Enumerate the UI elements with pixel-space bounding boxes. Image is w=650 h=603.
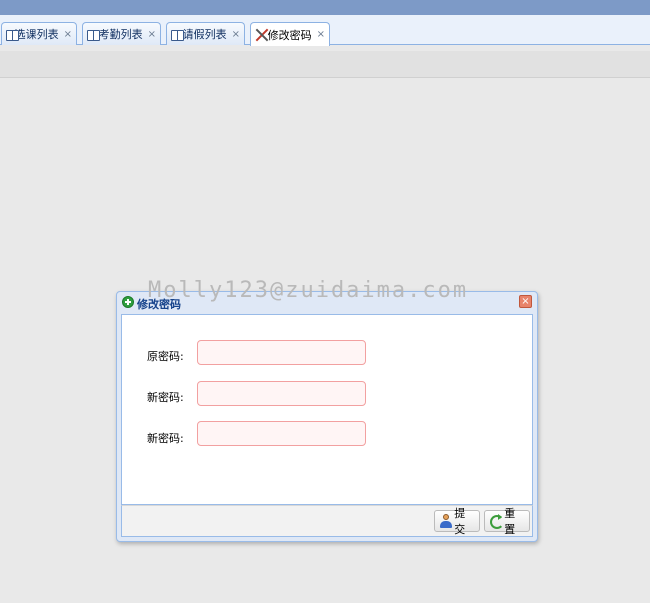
submit-button-label: 提交 [454, 507, 466, 536]
close-button[interactable]: × [519, 295, 532, 308]
tab-attendance-list[interactable]: 考勤列表 × [82, 22, 161, 45]
close-icon[interactable]: × [148, 29, 156, 40]
user-icon [439, 514, 453, 528]
close-icon[interactable]: × [232, 29, 240, 40]
submit-button[interactable]: 提交 [434, 507, 480, 536]
tab-leave-list[interactable]: 请假列表 × [166, 22, 245, 45]
close-icon[interactable]: × [64, 29, 72, 40]
plus-icon [122, 296, 134, 308]
tab-label: 选课列表 [14, 28, 59, 41]
confirm-password-field[interactable] [197, 421, 366, 446]
tab-label: 考勤列表 [98, 28, 143, 41]
tab-change-password[interactable]: 修改密码 × [250, 22, 330, 46]
confirm-password-label: 新密码: [147, 432, 184, 445]
reset-button[interactable]: 重置 [484, 507, 530, 536]
tab-label: 请假列表 [182, 28, 227, 41]
tools-icon [255, 28, 265, 42]
refresh-icon [489, 514, 505, 529]
book-icon [171, 29, 184, 41]
new-password-field[interactable] [197, 381, 366, 406]
watermark: Molly123@zuidaima.com [148, 278, 469, 303]
book-icon [6, 29, 19, 41]
change-password-dialog: 修改密码 × 原密码: 新密码: 新密码: 提交 重置 [116, 291, 538, 542]
dialog-footer: 提交 重置 [121, 505, 533, 537]
new-password-label: 新密码: [147, 391, 184, 404]
old-password-field[interactable] [197, 340, 366, 365]
close-icon[interactable]: × [317, 29, 325, 40]
tab-label: 修改密码 [267, 28, 312, 42]
top-banner [0, 0, 650, 15]
book-icon [87, 29, 100, 41]
toolbar-strip [0, 51, 650, 78]
old-password-label: 原密码: [147, 350, 184, 363]
reset-button-label: 重置 [504, 507, 516, 536]
dialog-body: 原密码: 新密码: 新密码: [121, 314, 533, 505]
tab-course-list[interactable]: 选课列表 × [1, 22, 77, 45]
